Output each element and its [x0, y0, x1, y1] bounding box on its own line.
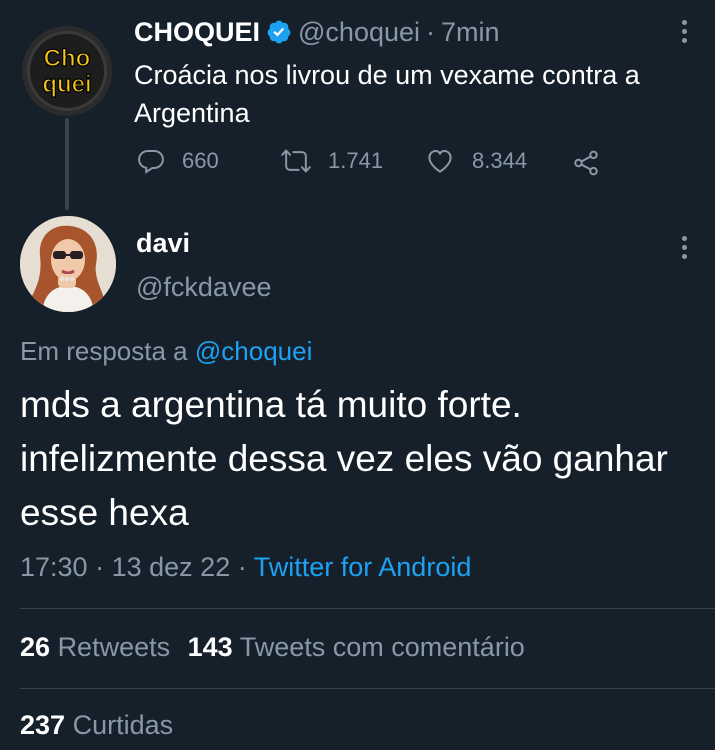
- meta-separator-2: ·: [237, 552, 247, 582]
- reply-author-handle[interactable]: @fckdavee: [136, 272, 271, 303]
- in-reply-to: Em resposta a @choquei: [20, 336, 312, 367]
- parent-author-handle[interactable]: @choquei: [298, 17, 420, 48]
- parent-author-name[interactable]: CHOQUEI: [134, 17, 260, 48]
- parent-tweet-time[interactable]: 7min: [441, 17, 500, 48]
- parent-more-options-icon[interactable]: [682, 20, 687, 43]
- quotes-label[interactable]: Tweets com comentário: [240, 632, 525, 662]
- retweet-stats: 26 Retweets 143 Tweets com comentário: [20, 632, 525, 663]
- parent-tweet-text: Croácia nos livrou de um vexame contra a…: [134, 60, 640, 128]
- svg-text:Cho: Cho: [44, 45, 91, 72]
- likes-stats: 237 Curtidas: [20, 710, 173, 741]
- retweets-label[interactable]: Retweets: [58, 632, 171, 662]
- choquei-logo: Cho quei: [27, 31, 107, 111]
- reply-icon: [138, 150, 164, 174]
- share-icon: [574, 150, 598, 176]
- reply-more-options-icon[interactable]: [682, 236, 687, 259]
- retweet-icon: [281, 149, 311, 173]
- reply-action[interactable]: 660: [136, 146, 219, 176]
- likes-label[interactable]: Curtidas: [73, 710, 174, 740]
- verified-badge-icon: [266, 19, 292, 45]
- heart-icon: [428, 149, 452, 173]
- in-reply-prefix: Em resposta a: [20, 336, 188, 366]
- like-action[interactable]: 8.344: [424, 146, 527, 176]
- svg-text:quei: quei: [42, 71, 91, 98]
- like-count: 8.344: [472, 148, 528, 173]
- reply-author-name[interactable]: davi: [136, 228, 190, 259]
- retweets-count: 26: [20, 632, 51, 662]
- divider-bottom: [20, 688, 715, 689]
- reply-count: 660: [182, 148, 219, 173]
- retweet-count: 1.741: [328, 148, 384, 173]
- divider-top: [20, 608, 715, 609]
- share-action[interactable]: [570, 148, 602, 178]
- meta-separator: ·: [95, 552, 105, 582]
- retweet-action[interactable]: 1.741: [280, 146, 383, 176]
- tweet-date[interactable]: 13 dez 22: [112, 552, 231, 582]
- header-separator: ·: [426, 16, 436, 47]
- thread-connector-line: [65, 118, 69, 210]
- in-reply-handle-link[interactable]: @choquei: [195, 336, 312, 366]
- tweet-thread: Cho quei CHOQUEI @choquei · 7min Croácia…: [0, 0, 715, 750]
- tweet-time[interactable]: 17:30: [20, 552, 88, 582]
- avatar-photo-icon: [20, 216, 116, 312]
- choquei-avatar[interactable]: Cho quei: [22, 26, 112, 116]
- tweet-metadata: 17:30 · 13 dez 22 · Twitter for Android: [20, 552, 471, 583]
- choquei-logo-icon: Cho quei: [42, 44, 93, 98]
- likes-count: 237: [20, 710, 66, 740]
- davi-avatar[interactable]: [20, 216, 116, 312]
- quotes-count: 143: [187, 632, 233, 662]
- reply-tweet-text: mds a argentina tá muito forte. infelizm…: [20, 384, 668, 533]
- tweet-source-link[interactable]: Twitter for Android: [254, 552, 472, 582]
- parent-tweet-header: CHOQUEI @choquei · 7min: [134, 14, 500, 50]
